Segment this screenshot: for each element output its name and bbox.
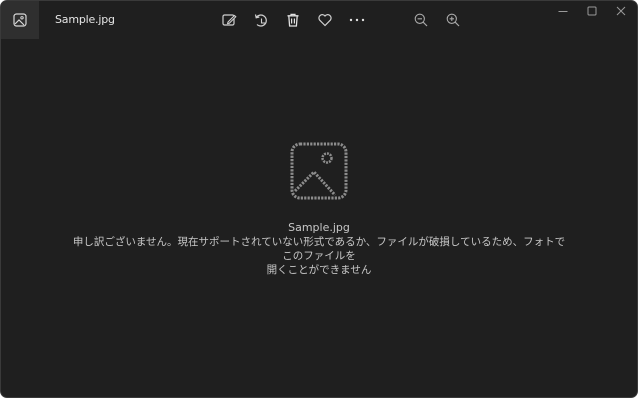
maximize-icon — [587, 6, 597, 16]
file-name-label: Sample.jpg — [288, 221, 350, 234]
favorite-button[interactable] — [315, 10, 335, 30]
zoom-in-icon — [446, 13, 460, 27]
zoom-out-button[interactable] — [411, 10, 431, 30]
rotate-icon — [254, 14, 267, 27]
more-icon — [349, 18, 365, 22]
error-message-line-1: 申し訳ございません。現在サポートされていない形式であるか、ファイルが破損している… — [72, 236, 566, 262]
close-icon — [616, 6, 626, 16]
zoom-in-button[interactable] — [443, 10, 463, 30]
delete-icon — [287, 13, 299, 27]
minimize-button[interactable] — [553, 4, 573, 18]
error-message: 申し訳ございません。現在サポートされていない形式であるか、ファイルが破損している… — [69, 235, 569, 277]
more-options-button[interactable] — [347, 10, 367, 30]
rotate-button[interactable] — [251, 10, 271, 30]
image-placeholder-icon — [290, 142, 348, 200]
app-icon-button[interactable] — [1, 1, 39, 39]
edit-icon — [222, 14, 237, 26]
photos-app-icon — [13, 13, 27, 27]
maximize-button[interactable] — [582, 4, 602, 18]
zoom-out-icon — [414, 13, 428, 27]
photos-app-window: Sample.jpg Sample.jpg 申し訳ございません。現在サポートされ… — [0, 0, 638, 398]
title-bar: Sample.jpg — [1, 1, 637, 41]
favorite-icon — [318, 14, 332, 27]
delete-button[interactable] — [283, 10, 303, 30]
edit-button[interactable] — [219, 10, 239, 30]
close-button[interactable] — [611, 4, 631, 18]
error-message-line-2: 開くことができません — [266, 264, 372, 276]
error-content: Sample.jpg 申し訳ございません。現在サポートされていない形式であるか、… — [1, 141, 637, 277]
minimize-icon — [558, 11, 568, 12]
window-title: Sample.jpg — [55, 13, 115, 26]
